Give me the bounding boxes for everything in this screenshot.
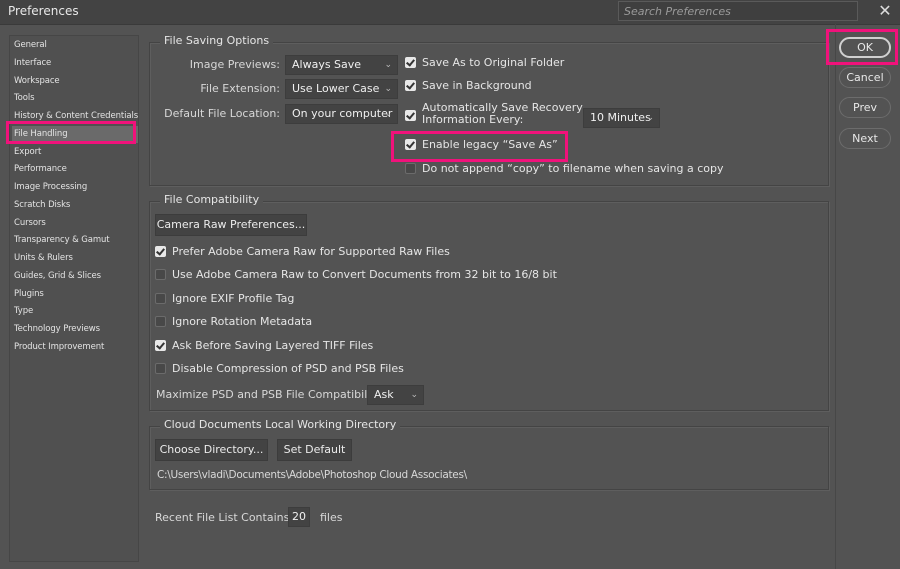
camera-raw-preferences-button[interactable]: Camera Raw Preferences... — [155, 214, 307, 236]
auto-save-interval-select[interactable]: 10 Minutes ⌄ — [583, 108, 660, 128]
selected-value: Ask — [374, 388, 394, 401]
checkbox-label: Use Adobe Camera Raw to Convert Document… — [172, 268, 557, 281]
sidebar-item-type[interactable]: Type — [12, 303, 138, 320]
prev-button[interactable]: Prev — [839, 97, 891, 118]
checkbox-label: Do not append “copy” to filename when sa… — [422, 162, 724, 175]
checkbox-unchecked-icon — [155, 316, 166, 327]
checkbox-unchecked-icon — [405, 163, 416, 174]
sidebar-item-technology-previews[interactable]: Technology Previews — [12, 321, 138, 338]
selected-value: 10 Minutes — [590, 111, 651, 124]
checkbox-label: Save in Background — [422, 79, 532, 92]
sidebar-item-performance[interactable]: Performance — [12, 161, 138, 178]
checkbox-unchecked-icon — [155, 293, 166, 304]
sidebar-item-plugins[interactable]: Plugins — [12, 286, 138, 303]
group-title: Cloud Documents Local Working Directory — [160, 418, 401, 431]
sidebar-item-image-processing[interactable]: Image Processing — [12, 179, 138, 196]
checkbox-unchecked-icon — [155, 269, 166, 280]
chevron-down-icon: ⌄ — [384, 109, 392, 119]
choose-directory-button[interactable]: Choose Directory... — [155, 439, 268, 461]
maximize-compatibility-label: Maximize PSD and PSB File Compatibility: — [156, 388, 385, 401]
recent-file-count-input[interactable]: 20 — [288, 507, 310, 527]
checkbox-label: Ask Before Saving Layered TIFF Files — [172, 339, 374, 352]
checkbox-checked-icon — [405, 139, 416, 150]
chevron-down-icon: ⌄ — [384, 60, 392, 70]
checkbox-checked-icon — [405, 110, 416, 121]
next-button[interactable]: Next — [839, 128, 891, 149]
sidebar-item-guides-grid-slices[interactable]: Guides, Grid & Slices — [12, 268, 138, 285]
search-preferences-input[interactable] — [618, 1, 858, 21]
image-previews-select[interactable]: Always Save ⌄ — [285, 55, 398, 75]
sidebar-item-units-rulers[interactable]: Units & Rulers — [12, 250, 138, 267]
file-extension-select[interactable]: Use Lower Case ⌄ — [285, 79, 398, 99]
checkbox-label: Ignore EXIF Profile Tag — [172, 292, 295, 305]
image-previews-label: Image Previews: — [189, 58, 280, 71]
sidebar-item-file-handling[interactable]: File Handling — [12, 125, 138, 143]
checkbox-unchecked-icon — [155, 363, 166, 374]
sidebar-item-cursors[interactable]: Cursors — [12, 215, 138, 232]
selected-value: Use Lower Case — [292, 82, 380, 95]
checkbox-label: Enable legacy “Save As” — [422, 138, 558, 151]
chevron-down-icon: ⌄ — [646, 113, 654, 123]
chevron-down-icon: ⌄ — [384, 84, 392, 94]
cloud-directory-path: C:\Users\vladi\Documents\Adobe\Photoshop… — [157, 469, 467, 481]
checkbox-checked-icon — [155, 340, 166, 351]
sidebar-item-interface[interactable]: Interface — [12, 55, 138, 72]
group-title: File Compatibility — [160, 193, 264, 206]
checkbox-label: Save As to Original Folder — [422, 56, 565, 69]
close-icon[interactable]: ✕ — [876, 2, 894, 20]
sidebar-item-workspace[interactable]: Workspace — [12, 73, 138, 90]
divider — [835, 24, 836, 569]
chevron-down-icon: ⌄ — [410, 390, 418, 400]
window-title: Preferences — [8, 4, 79, 18]
default-location-select[interactable]: On your computer ⌄ — [285, 104, 398, 124]
selected-value: Always Save — [292, 58, 362, 71]
preferences-sidebar: General Interface Workspace Tools History & … — [9, 35, 139, 562]
ok-button[interactable]: OK — [839, 37, 891, 58]
selected-value: On your computer — [292, 107, 393, 120]
file-extension-label: File Extension: — [200, 82, 280, 95]
label-line-2: Information Every: — [422, 113, 524, 126]
recent-file-list-label: Recent File List Contains: — [155, 511, 294, 524]
sidebar-item-export[interactable]: Export — [12, 144, 138, 161]
sidebar-item-history-content-credentials[interactable]: History & Content Credentials — [12, 108, 138, 125]
checkbox-label: Ignore Rotation Metadata — [172, 315, 313, 328]
maximize-compatibility-select[interactable]: Ask ⌄ — [367, 385, 424, 405]
group-title: File Saving Options — [160, 34, 274, 47]
sidebar-item-general[interactable]: General — [12, 37, 138, 54]
checkbox-checked-icon — [155, 246, 166, 257]
title-bar: Preferences ✕ — [0, 0, 900, 25]
sidebar-item-transparency-gamut[interactable]: Transparency & Gamut — [12, 232, 138, 249]
checkbox-label: Automatically Save Recovery Information … — [422, 102, 583, 126]
checkbox-checked-icon — [405, 57, 416, 68]
recent-file-suffix: files — [320, 511, 343, 524]
checkbox-checked-icon — [405, 80, 416, 91]
cancel-button[interactable]: Cancel — [839, 67, 891, 88]
sidebar-item-scratch-disks[interactable]: Scratch Disks — [12, 197, 138, 214]
checkbox-label: Prefer Adobe Camera Raw for Supported Ra… — [172, 245, 450, 258]
default-location-label: Default File Location: — [164, 107, 280, 120]
sidebar-item-tools[interactable]: Tools — [12, 90, 138, 107]
checkbox-label: Disable Compression of PSD and PSB Files — [172, 362, 404, 375]
sidebar-item-product-improvement[interactable]: Product Improvement — [12, 339, 138, 356]
set-default-button[interactable]: Set Default — [277, 439, 352, 461]
